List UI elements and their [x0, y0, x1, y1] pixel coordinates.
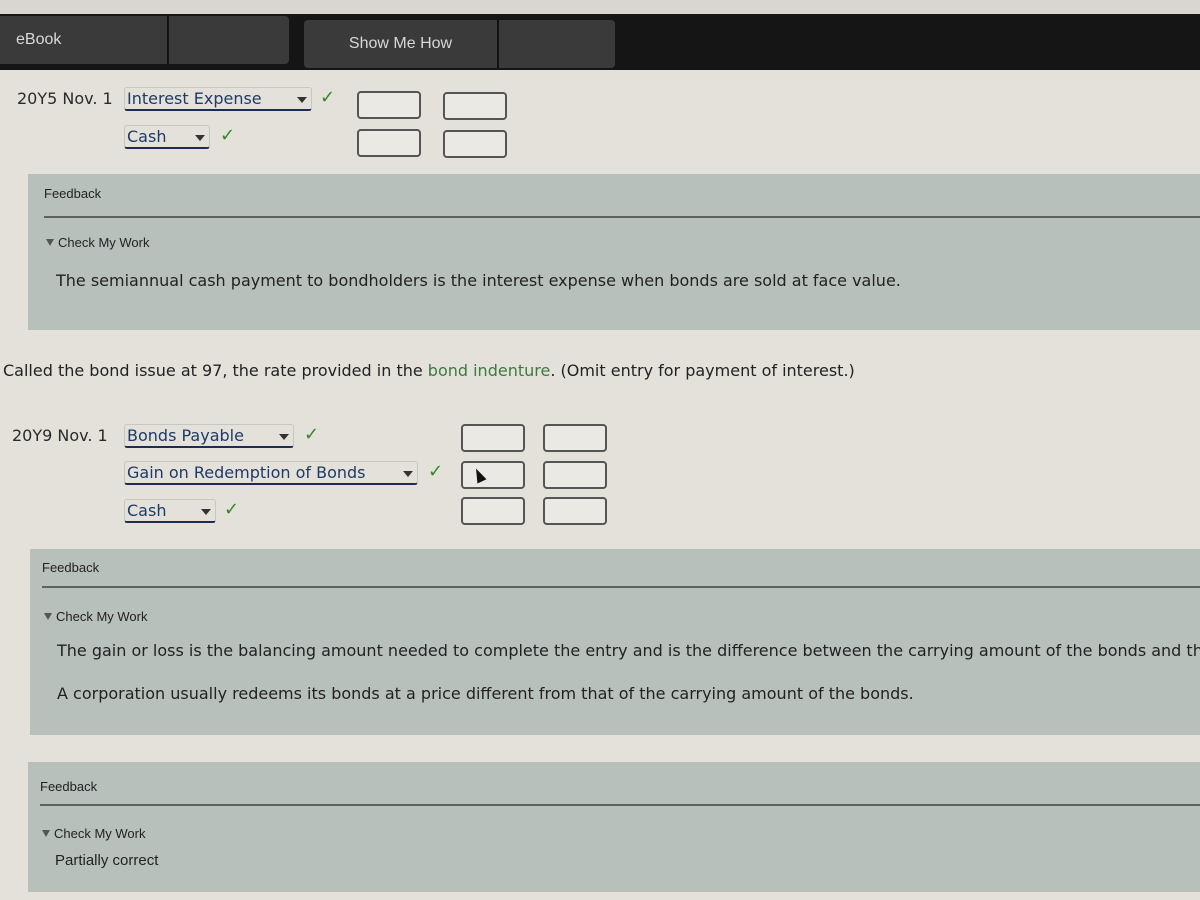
feedback-message: The gain or loss is the balancing amount…	[57, 641, 1200, 660]
triangle-down-icon	[42, 830, 50, 837]
account-select[interactable]: Cash	[124, 499, 216, 523]
check-my-work-label: Check My Work	[54, 826, 146, 841]
feedback-message: The semiannual cash payment to bondholde…	[56, 271, 901, 290]
entry2-date-row: 20Y9 Nov. 1	[12, 426, 108, 445]
credit-input[interactable]	[443, 130, 507, 158]
account-select[interactable]: Bonds Payable	[124, 424, 294, 448]
chevron-down-icon	[201, 509, 211, 515]
toolbar-tab-blank	[169, 16, 289, 64]
account-select[interactable]: Gain on Redemption of Bonds	[124, 461, 418, 485]
check-my-work-label: Check My Work	[56, 609, 148, 624]
ebook-button[interactable]: eBook	[0, 16, 168, 64]
entry1-date-row: 20Y5 Nov. 1	[17, 89, 113, 108]
credit-input[interactable]	[543, 424, 607, 452]
divider	[42, 586, 1200, 588]
show-me-how-button[interactable]: Show Me How	[304, 20, 498, 68]
account-select-value: Cash	[127, 127, 167, 146]
feedback-panel: Feedback Check My Work The semiannual ca…	[28, 174, 1200, 330]
chevron-down-icon	[279, 434, 289, 440]
triangle-down-icon	[46, 239, 54, 246]
feedback-message: A corporation usually redeems its bonds …	[57, 684, 914, 703]
ebook-label: eBook	[16, 31, 62, 48]
result-status: Partially correct	[55, 852, 159, 869]
account-select-value: Interest Expense	[127, 89, 262, 108]
bond-indenture-link[interactable]: bond indenture	[428, 361, 551, 380]
triangle-down-icon	[44, 613, 52, 620]
check-icon: ✓	[224, 499, 240, 520]
feedback-title: Feedback	[40, 779, 98, 794]
debit-input[interactable]	[461, 461, 525, 489]
chevron-down-icon	[195, 135, 205, 141]
debit-input[interactable]	[357, 129, 421, 157]
account-select-value: Cash	[127, 501, 167, 520]
check-my-work-toggle[interactable]: Check My Work	[42, 826, 146, 841]
entry-date: 20Y9 Nov. 1	[12, 426, 108, 445]
check-my-work-toggle[interactable]: Check My Work	[44, 609, 148, 624]
feedback-title: Feedback	[44, 186, 102, 201]
credit-input[interactable]	[543, 497, 607, 525]
debit-input[interactable]	[461, 497, 525, 525]
feedback-panel: Feedback Check My Work Partially correct	[28, 762, 1200, 892]
account-select-value: Bonds Payable	[127, 426, 244, 445]
debit-input[interactable]	[357, 91, 421, 119]
chevron-down-icon	[297, 97, 307, 103]
entry-date: 20Y5 Nov. 1	[17, 89, 113, 108]
check-my-work-toggle[interactable]: Check My Work	[46, 235, 150, 250]
account-select-value: Gain on Redemption of Bonds	[127, 463, 366, 482]
check-icon: ✓	[220, 125, 236, 146]
credit-input[interactable]	[543, 461, 607, 489]
instruction-text-part: Called the bond issue at 97, the rate pr…	[3, 361, 428, 380]
feedback-panel: Feedback Check My Work The gain or loss …	[30, 549, 1200, 735]
divider	[40, 804, 1200, 806]
check-icon: ✓	[320, 87, 336, 108]
show-me-how-label: Show Me How	[348, 35, 453, 52]
instruction-text-part: . (Omit entry for payment of interest.)	[550, 361, 855, 380]
check-my-work-label: Check My Work	[58, 235, 150, 250]
debit-input[interactable]	[461, 424, 525, 452]
toolbar: eBook Show Me How	[0, 14, 1200, 70]
toolbar-tab-blank	[499, 20, 615, 68]
instruction-text: Called the bond issue at 97, the rate pr…	[3, 361, 855, 380]
account-select[interactable]: Interest Expense	[124, 87, 312, 111]
account-select[interactable]: Cash	[124, 125, 210, 149]
credit-input[interactable]	[443, 92, 507, 120]
top-strip	[0, 0, 1200, 14]
feedback-title: Feedback	[42, 560, 100, 575]
check-icon: ✓	[428, 461, 444, 482]
check-icon: ✓	[304, 424, 320, 445]
divider	[44, 216, 1200, 218]
chevron-down-icon	[403, 471, 413, 477]
